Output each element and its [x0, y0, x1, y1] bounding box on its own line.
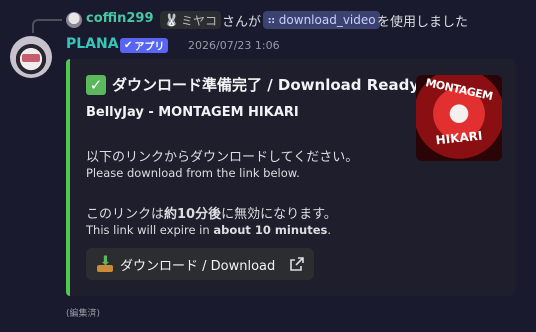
- app-badge: ✔ アプリ: [120, 38, 169, 53]
- embed-card: ✓ ダウンロード準備完了 / Download Ready BellyJay -…: [66, 59, 515, 296]
- reply-tag-label: ミヤコ: [180, 13, 217, 28]
- edited-label: (編集済): [66, 309, 101, 319]
- bunny-icon: 🐰: [164, 13, 179, 27]
- expiry-jp: このリンクは約10分後に無効になります。: [86, 203, 337, 222]
- download-button[interactable]: ⬇ ダウンロード / Download: [86, 248, 314, 280]
- verified-check-icon: ✔: [124, 40, 133, 51]
- thumbnail-title-text: MONTAGEM: [424, 76, 494, 103]
- reply-text-before: さんが: [222, 15, 262, 30]
- expiry-jp-pre: このリンクは: [86, 207, 165, 222]
- download-icon: ⬇: [96, 255, 114, 273]
- embed-title: ✓ ダウンロード準備完了 / Download Ready: [86, 74, 419, 95]
- reply-connector: [32, 19, 62, 33]
- avatar[interactable]: [10, 36, 52, 78]
- thumbnail-subtitle-text: HIKARI: [434, 128, 484, 148]
- expiry-jp-bold: 約10分後: [164, 207, 222, 222]
- embed-subtitle: BellyJay - MONTAGEM HIKARI: [86, 105, 299, 120]
- external-link-icon: [290, 257, 304, 271]
- timestamp: 2026/07/23 1:06: [188, 39, 280, 52]
- app-badge-label: アプリ: [134, 42, 165, 53]
- expiry-en-post: .: [327, 223, 332, 237]
- expiry-en-bold: about 10 minutes: [213, 223, 328, 237]
- command-name: download_video: [278, 13, 376, 27]
- download-button-label: ダウンロード / Download: [120, 258, 276, 274]
- command-chip[interactable]: ⠶ download_video: [263, 11, 380, 29]
- message-username[interactable]: PLANA: [66, 36, 119, 52]
- expiry-en-pre: This link will expire in: [86, 223, 214, 237]
- thumbnail-image[interactable]: MONTAGEM HIKARI: [416, 75, 502, 161]
- reply-text-after: を使用しました: [377, 15, 469, 30]
- slash-command-icon: ⠶: [267, 13, 276, 27]
- reply-avatar[interactable]: [66, 12, 82, 28]
- instruction-jp: 以下のリンクからダウンロードしてください。: [86, 150, 359, 165]
- expiry-jp-post: に無効になります。: [221, 207, 337, 222]
- reply-username[interactable]: coffin299: [86, 11, 154, 26]
- embed-title-text: ダウンロード準備完了 / Download Ready: [112, 76, 420, 94]
- instruction-en: Please download from the link below.: [86, 166, 300, 180]
- expiry-en: This link will expire in about 10 minute…: [86, 223, 331, 237]
- check-mark-icon: ✓: [86, 74, 106, 95]
- reply-user-tag: 🐰 ミヤコ: [160, 11, 221, 29]
